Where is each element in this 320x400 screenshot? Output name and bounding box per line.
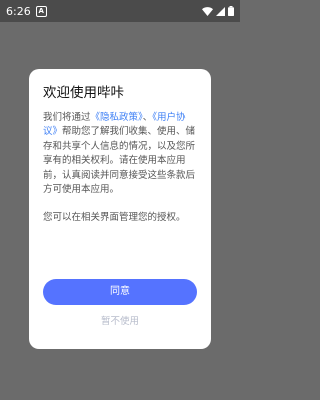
body-text-separator: 、 xyxy=(142,112,153,123)
dialog-body: 我们将通过《隐私政策》、《用户协议》帮助您了解我们收集、使用、储存和共享个人信息… xyxy=(43,111,197,197)
privacy-policy-link[interactable]: 《隐私政策》 xyxy=(91,112,143,123)
status-right xyxy=(202,6,234,16)
notification-icon: A xyxy=(35,5,47,17)
body-text-main: 帮助您了解我们收集、使用、储存和共享个人信息的情况，以及您所享有的相关权利。请在… xyxy=(43,126,196,196)
status-bar: 6:26 A xyxy=(0,0,240,22)
agree-button[interactable]: 同意 xyxy=(43,279,197,305)
decline-button[interactable]: 暂不使用 xyxy=(43,314,197,330)
dialog-note: 您可以在相关界面管理您的授权。 xyxy=(43,212,186,224)
signal-icon xyxy=(216,6,225,16)
status-time: 6:26 xyxy=(6,4,31,18)
privacy-dialog: 欢迎使用哔咔 我们将通过《隐私政策》、《用户协议》帮助您了解我们收集、使用、储存… xyxy=(29,69,211,349)
body-text-intro: 我们将通过 xyxy=(43,112,91,123)
dialog-title: 欢迎使用哔咔 xyxy=(43,85,124,101)
status-left: 6:26 A xyxy=(6,5,47,18)
wifi-icon xyxy=(202,6,213,16)
battery-icon xyxy=(228,6,234,16)
